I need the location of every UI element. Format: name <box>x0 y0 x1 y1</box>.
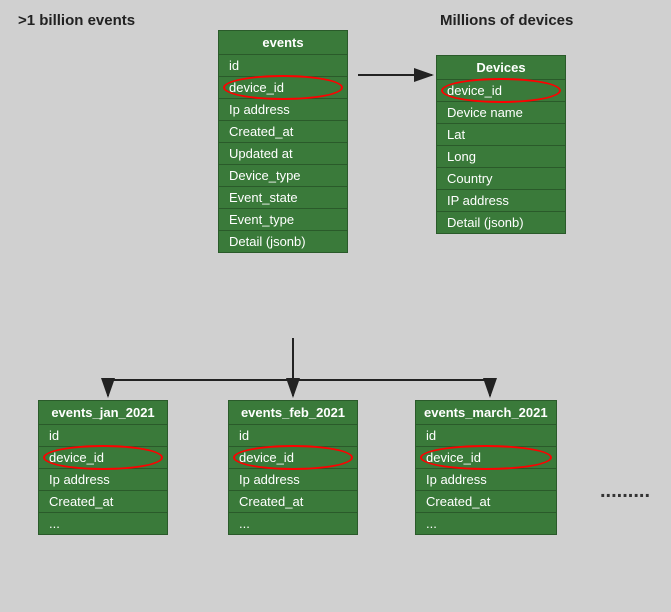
devices-row-device-id: device_id <box>437 80 565 102</box>
events-march-table: events_march_2021 id device_id Ip addres… <box>415 400 557 535</box>
events-feb-row-ip: Ip address <box>229 469 357 491</box>
events-jan-row-id: id <box>39 425 167 447</box>
events-march-row-dots: ... <box>416 513 556 534</box>
events-march-header: events_march_2021 <box>416 401 556 425</box>
events-march-row-ip: Ip address <box>416 469 556 491</box>
events-feb-table: events_feb_2021 id device_id Ip address … <box>228 400 358 535</box>
events-march-row-created: Created_at <box>416 491 556 513</box>
events-feb-row-created: Created_at <box>229 491 357 513</box>
devices-row-lat: Lat <box>437 124 565 146</box>
devices-table-header: Devices <box>437 56 565 80</box>
events-row-ip: Ip address <box>219 99 347 121</box>
events-jan-row-created: Created_at <box>39 491 167 513</box>
events-row-event-type: Event_type <box>219 209 347 231</box>
millions-devices-label: Millions of devices <box>440 12 573 29</box>
diagram-container: >1 billion events Millions of devices ev… <box>0 0 671 612</box>
events-table-header: events <box>219 31 347 55</box>
continuation-dots: ......... <box>600 480 650 503</box>
events-jan-row-device-id: device_id <box>39 447 167 469</box>
devices-row-device-name: Device name <box>437 102 565 124</box>
events-row-event-state: Event_state <box>219 187 347 209</box>
events-table: events id device_id Ip address Created_a… <box>218 30 348 253</box>
devices-row-long: Long <box>437 146 565 168</box>
devices-row-country: Country <box>437 168 565 190</box>
events-row-id: id <box>219 55 347 77</box>
events-jan-row-dots: ... <box>39 513 167 534</box>
events-row-device-id: device_id <box>219 77 347 99</box>
events-feb-header: events_feb_2021 <box>229 401 357 425</box>
events-feb-row-id: id <box>229 425 357 447</box>
events-row-device-type: Device_type <box>219 165 347 187</box>
events-feb-row-dots: ... <box>229 513 357 534</box>
events-feb-row-device-id: device_id <box>229 447 357 469</box>
devices-row-ip: IP address <box>437 190 565 212</box>
billion-events-label: >1 billion events <box>18 12 135 29</box>
events-row-detail: Detail (jsonb) <box>219 231 347 252</box>
events-jan-row-ip: Ip address <box>39 469 167 491</box>
events-row-created: Created_at <box>219 121 347 143</box>
events-jan-table: events_jan_2021 id device_id Ip address … <box>38 400 168 535</box>
events-march-row-device-id: device_id <box>416 447 556 469</box>
devices-row-detail: Detail (jsonb) <box>437 212 565 233</box>
events-jan-header: events_jan_2021 <box>39 401 167 425</box>
events-row-updated: Updated at <box>219 143 347 165</box>
devices-table: Devices device_id Device name Lat Long C… <box>436 55 566 234</box>
events-march-row-id: id <box>416 425 556 447</box>
